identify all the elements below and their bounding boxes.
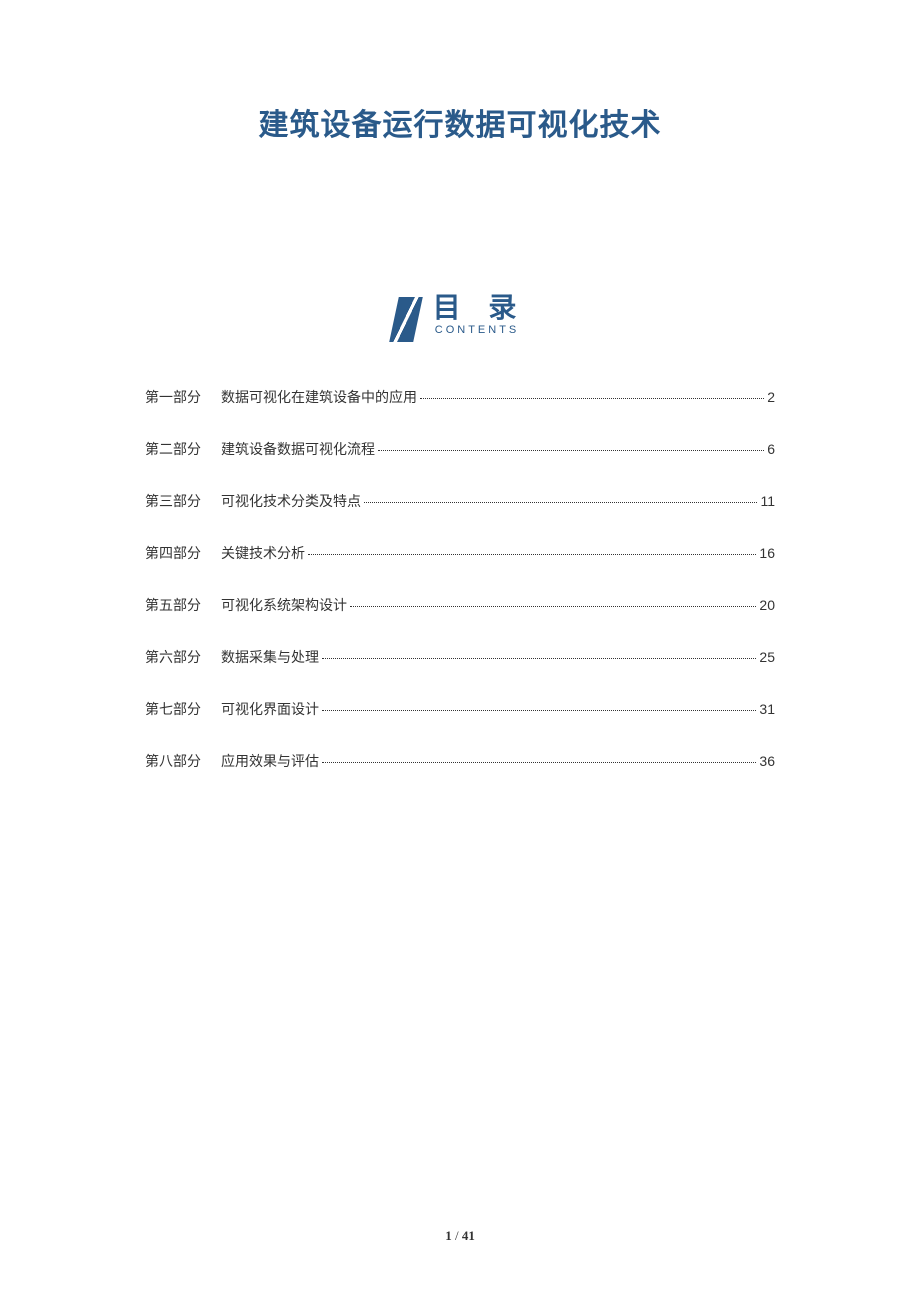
toc-part-label: 第七部分 <box>145 699 201 719</box>
toc-leader-dots <box>350 606 756 607</box>
toc-page-number: 31 <box>759 701 775 717</box>
document-page: 建筑设备运行数据可视化技术 目 录 CONTENTS 第一部分 数据可视化在建筑… <box>0 0 920 771</box>
toc-title-wrap: 目 录 CONTENTS <box>428 294 527 336</box>
toc-item[interactable]: 第五部分 可视化系统架构设计 20 <box>145 595 775 615</box>
toc-page-number: 2 <box>767 389 775 405</box>
toc-item[interactable]: 第一部分 数据可视化在建筑设备中的应用 2 <box>145 387 775 407</box>
footer-separator: / <box>452 1228 462 1243</box>
toc-part-label: 第四部分 <box>145 543 201 563</box>
toc-item-title: 可视化系统架构设计 <box>221 595 347 615</box>
toc-item-title: 应用效果与评估 <box>221 751 319 771</box>
toc-item-title: 数据采集与处理 <box>221 647 319 667</box>
toc-header: 目 录 CONTENTS <box>145 294 775 342</box>
page-title: 建筑设备运行数据可视化技术 <box>145 100 775 144</box>
toc-page-number: 6 <box>767 441 775 457</box>
toc-part-label: 第二部分 <box>145 439 201 459</box>
toc-page-number: 25 <box>759 649 775 665</box>
toc-subheading: CONTENTS <box>435 324 520 336</box>
toc-item-title: 可视化界面设计 <box>221 699 319 719</box>
toc-item[interactable]: 第八部分 应用效果与评估 36 <box>145 751 775 771</box>
toc-page-number: 11 <box>760 493 775 509</box>
toc-leader-dots <box>322 658 756 659</box>
footer-total-pages: 41 <box>462 1228 475 1243</box>
toc-page-number: 16 <box>759 545 775 561</box>
toc-item-title: 关键技术分析 <box>221 543 305 563</box>
toc-item[interactable]: 第三部分 可视化技术分类及特点 11 <box>145 491 775 511</box>
toc-item-title: 建筑设备数据可视化流程 <box>221 439 375 459</box>
toc-item[interactable]: 第二部分 建筑设备数据可视化流程 6 <box>145 439 775 459</box>
toc-page-number: 36 <box>759 753 775 769</box>
toc-item[interactable]: 第六部分 数据采集与处理 25 <box>145 647 775 667</box>
toc-leader-dots <box>364 502 757 503</box>
toc-leader-dots <box>378 450 764 451</box>
toc-leader-dots <box>322 762 756 763</box>
toc-leader-dots <box>420 398 764 399</box>
toc-part-label: 第三部分 <box>145 491 201 511</box>
toc-list: 第一部分 数据可视化在建筑设备中的应用 2 第二部分 建筑设备数据可视化流程 6… <box>145 387 775 771</box>
page-footer: 1 / 41 <box>0 1228 920 1244</box>
toc-item-title: 可视化技术分类及特点 <box>221 491 361 511</box>
toc-page-number: 20 <box>759 597 775 613</box>
toc-item-title: 数据可视化在建筑设备中的应用 <box>221 387 417 407</box>
toc-part-label: 第五部分 <box>145 595 201 615</box>
toc-part-label: 第八部分 <box>145 751 201 771</box>
toc-leader-dots <box>308 554 756 555</box>
toc-leader-dots <box>322 710 756 711</box>
toc-accent-icon <box>389 297 423 342</box>
toc-heading: 目 录 <box>428 294 527 322</box>
toc-part-label: 第六部分 <box>145 647 201 667</box>
toc-part-label: 第一部分 <box>145 387 201 407</box>
toc-item[interactable]: 第四部分 关键技术分析 16 <box>145 543 775 563</box>
toc-item[interactable]: 第七部分 可视化界面设计 31 <box>145 699 775 719</box>
